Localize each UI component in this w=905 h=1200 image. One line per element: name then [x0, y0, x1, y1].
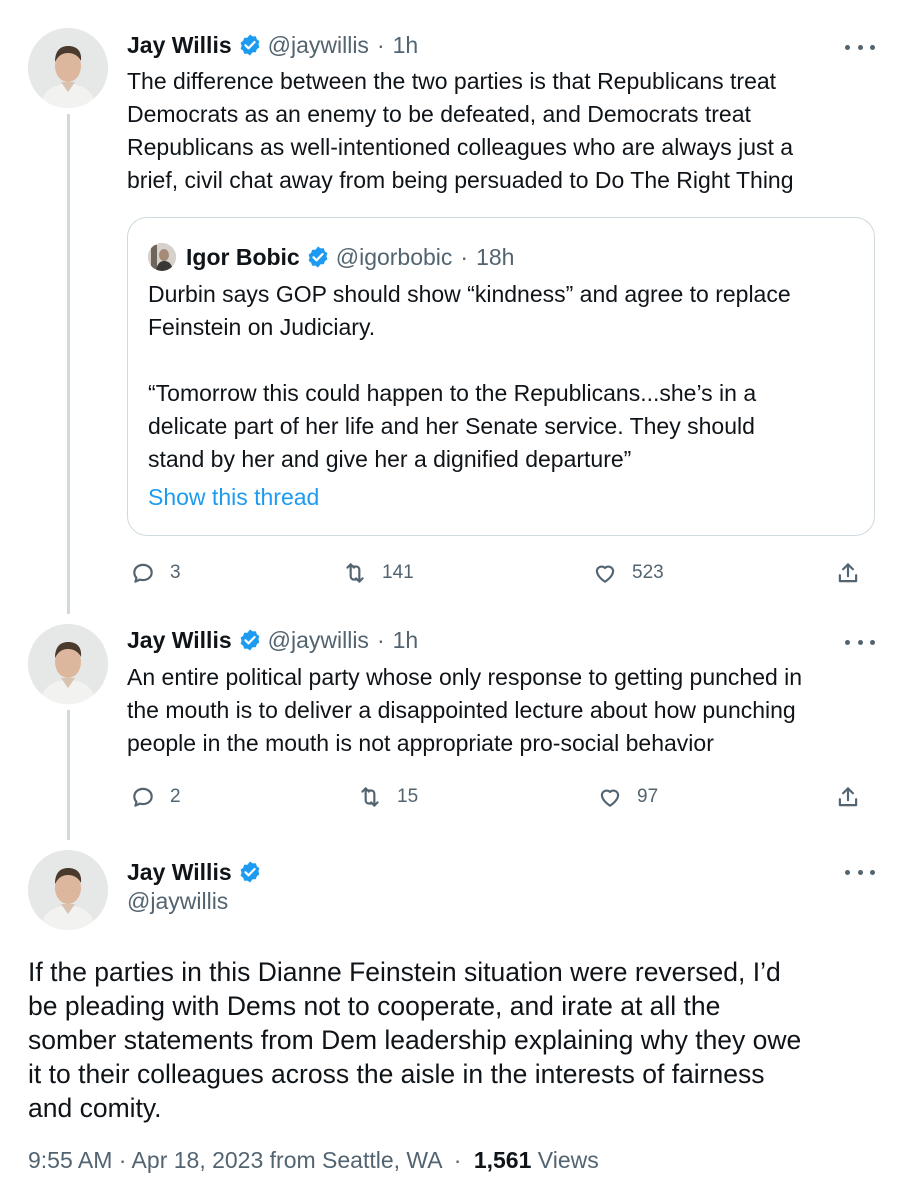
tweet-metadata: 9:55 AM · Apr 18, 2023 from Seattle, WA … [28, 1147, 599, 1174]
views-label: Views [537, 1147, 599, 1173]
quote-author-handle[interactable]: @igorbobic [336, 244, 453, 271]
quote-text-line: Feinstein on Judiciary. [148, 314, 376, 340]
tweet-time[interactable]: 1h [393, 627, 419, 654]
quote-time[interactable]: 18h [476, 244, 514, 271]
tweet-header: Jay Willis @jaywillis · 1h [127, 27, 418, 63]
quote-text-line [148, 344, 858, 377]
tweet-text: The difference between the two parties i… [127, 65, 875, 197]
main-tweet-text: If the parties in this Dianne Feinstein … [28, 955, 801, 1125]
like-icon [600, 789, 620, 807]
separator-dot: · [376, 31, 385, 58]
retweet-icon [346, 563, 364, 583]
tweet-text-line: brief, civil chat away from being persua… [127, 167, 794, 193]
avatar[interactable] [28, 624, 108, 704]
quote-text-line: Durbin says GOP should show “kindness” a… [148, 281, 791, 307]
thread-line [67, 710, 70, 840]
like-count: 97 [637, 786, 659, 807]
retweet-button[interactable]: 15 [357, 779, 418, 815]
quote-author-name[interactable]: Igor Bobic [186, 244, 300, 271]
author-name[interactable]: Jay Willis [127, 859, 232, 886]
tweet-text-line: If the parties in this Dianne Feinstein … [28, 957, 781, 987]
verified-badge-icon [238, 628, 262, 652]
share-icon [838, 563, 858, 583]
reply-button[interactable]: 3 [130, 555, 181, 591]
author-name[interactable]: Jay Willis [127, 627, 232, 654]
like-button[interactable]: 97 [597, 779, 658, 815]
tweet-text-line: somber statements from Dem leadership ex… [28, 1025, 802, 1055]
verified-badge-icon [238, 860, 262, 884]
tweet-actions: 3 141 523 [127, 555, 867, 591]
share-button[interactable] [835, 555, 861, 591]
tweet-text-line: The difference between the two parties i… [127, 68, 777, 94]
reply-button[interactable]: 2 [130, 779, 181, 815]
retweet-count: 15 [397, 786, 419, 807]
main-tweet-header: Jay Willis [127, 855, 268, 889]
like-count: 523 [632, 562, 664, 583]
tweet-header: Jay Willis @jaywillis · 1h [127, 622, 418, 658]
tweet-timestamp[interactable]: 9:55 AM · Apr 18, 2023 from Seattle, WA [28, 1147, 441, 1173]
quote-avatar [148, 243, 176, 271]
retweet-button[interactable]: 141 [342, 555, 414, 591]
quote-header: Igor Bobic @igorbobic · 18h [148, 240, 514, 274]
reply-icon [133, 563, 153, 583]
quote-text-line: delicate part of her life and her Senate… [148, 413, 755, 439]
share-button[interactable] [835, 779, 861, 815]
quote-tweet-card[interactable]: Igor Bobic @igorbobic · 18h Durbin says … [127, 217, 875, 536]
like-icon [595, 565, 615, 583]
tweet-actions: 2 15 97 [127, 779, 867, 815]
retweet-icon [361, 787, 379, 807]
tweet-text-line: people in the mouth is not appropriate p… [127, 730, 714, 756]
more-options-icon[interactable] [845, 862, 875, 882]
quote-text-line: stand by her and give her a dignified de… [148, 446, 632, 472]
tweet-text-line: the mouth is to deliver a disappointed l… [127, 697, 796, 723]
quote-text: Durbin says GOP should show “kindness” a… [148, 278, 858, 476]
author-name[interactable]: Jay Willis [127, 32, 232, 59]
quote-text-line: “Tomorrow this could happen to the Repub… [148, 380, 757, 406]
author-handle[interactable]: @jaywillis [268, 32, 369, 59]
views-count: 1,561 [473, 1147, 532, 1173]
tweet-text-line: An entire political party whose only res… [127, 664, 803, 690]
tweet-time[interactable]: 1h [393, 32, 419, 59]
like-button[interactable]: 523 [592, 555, 664, 591]
share-icon [838, 787, 858, 807]
more-options-icon[interactable] [845, 37, 875, 57]
verified-badge-icon [238, 33, 262, 57]
separator-dot: · [460, 243, 469, 270]
verified-badge-icon [306, 245, 330, 269]
tweet-text: An entire political party whose only res… [127, 661, 875, 760]
more-options-icon[interactable] [845, 632, 875, 652]
avatar[interactable] [28, 850, 108, 930]
tweet-text-line: Republicans as well-intentioned colleagu… [127, 134, 794, 160]
retweet-count: 141 [382, 562, 414, 583]
tweet-text-line: Democrats as an enemy to be defeated, an… [127, 101, 751, 127]
avatar[interactable] [28, 28, 108, 108]
tweet-text-line: be pleading with Dems not to cooperate, … [28, 991, 721, 1021]
show-thread-link[interactable]: Show this thread [148, 484, 319, 511]
thread-line [67, 114, 70, 614]
author-handle[interactable]: @jaywillis [268, 627, 369, 654]
author-handle[interactable]: @jaywillis [127, 888, 228, 915]
tweet-text-line: and comity. [28, 1093, 162, 1123]
reply-icon [133, 787, 153, 807]
reply-count: 3 [170, 562, 181, 583]
separator-dot: · [376, 626, 385, 653]
reply-count: 2 [170, 786, 181, 807]
tweet-text-line: it to their colleagues across the aisle … [28, 1059, 765, 1089]
separator-dot: · [453, 1147, 462, 1173]
